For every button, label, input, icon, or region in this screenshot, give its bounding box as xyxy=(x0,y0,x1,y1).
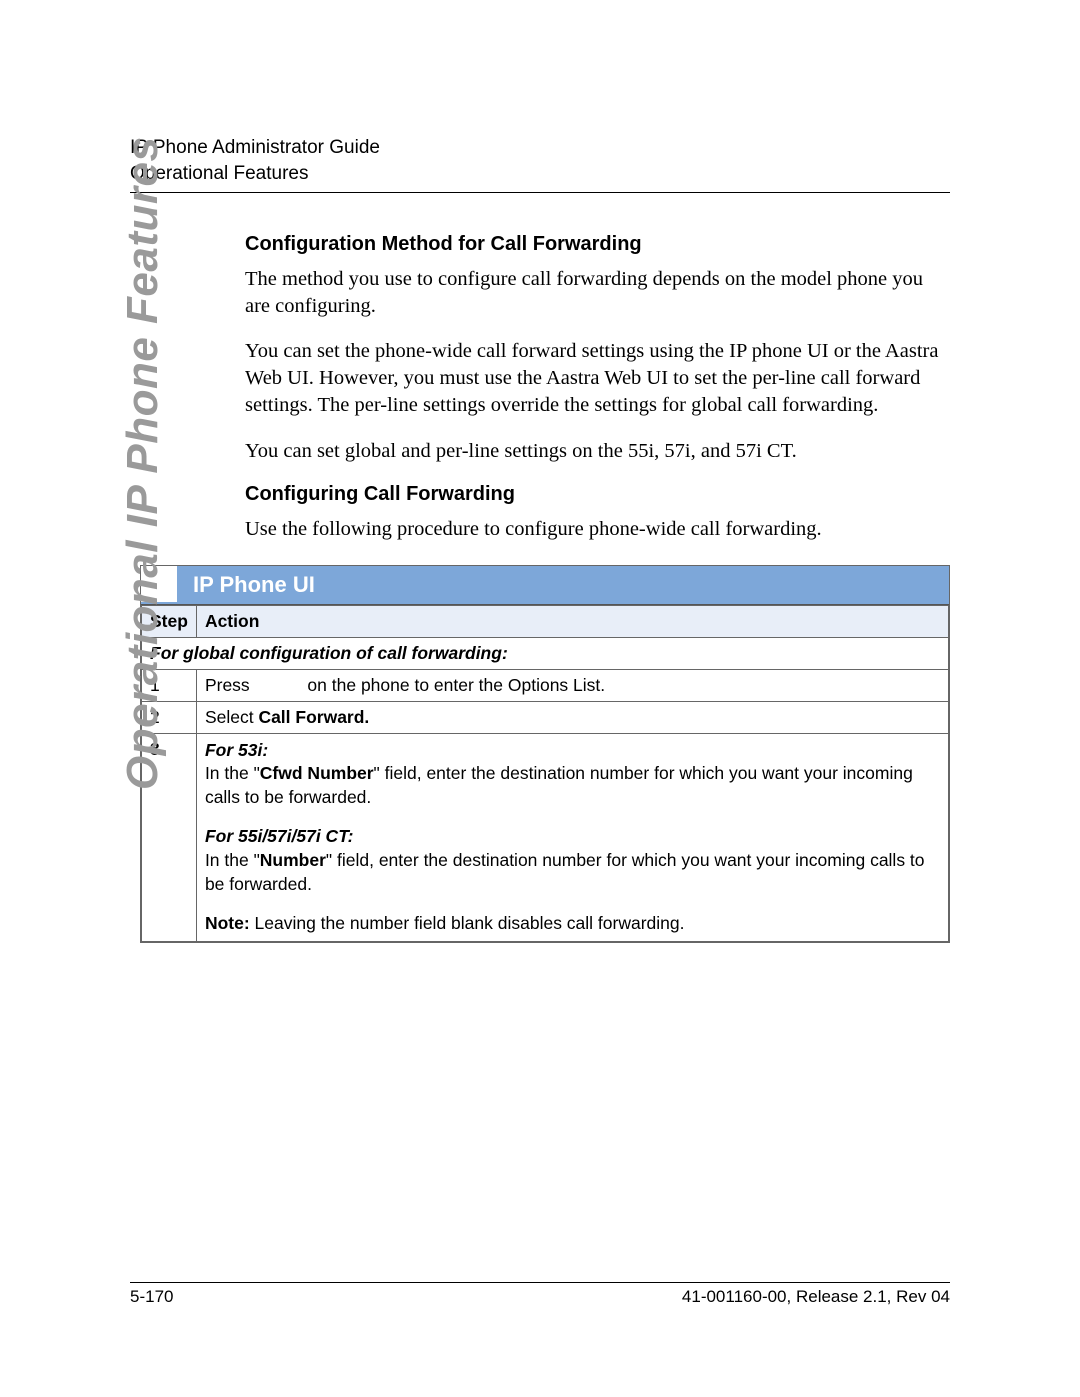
step-action: Press on the phone to enter the Options … xyxy=(196,669,948,701)
section-title-config-method: Configuration Method for Call Forwarding xyxy=(245,233,950,256)
paragraph: The method you use to configure call for… xyxy=(245,266,950,320)
footer-page-number: 5-170 xyxy=(130,1287,173,1307)
text: In the " xyxy=(205,850,260,870)
table-header-row: Step Action xyxy=(142,605,949,637)
procedure-title: IP Phone UI xyxy=(177,566,949,604)
section-title-configuring: Configuring Call Forwarding xyxy=(245,483,950,506)
text: In the " xyxy=(205,763,260,783)
text: Select xyxy=(205,707,259,727)
field-name: Number xyxy=(260,850,326,870)
document-page: IP Phone Administrator Guide Operational… xyxy=(0,0,1080,1397)
table-row: 3 For 53i: In the "Cfwd Number" field, e… xyxy=(142,733,949,941)
paragraph: You can set global and per-line settings… xyxy=(245,438,950,465)
text: on the phone to enter the Options List. xyxy=(307,675,605,695)
bold-text: Call Forward. xyxy=(258,707,369,727)
main-content: Configuration Method for Call Forwarding… xyxy=(245,233,950,542)
table-subheader-row: For global configuration of call forward… xyxy=(142,637,949,669)
field-name: Cfwd Number xyxy=(260,763,374,783)
header-line-2: Operational Features xyxy=(130,161,950,187)
step-action: For 53i: In the "Cfwd Number" field, ent… xyxy=(196,733,948,941)
note-line: Note: Leaving the number field blank dis… xyxy=(205,912,940,936)
instruction-line: In the "Number" field, enter the destina… xyxy=(205,849,940,896)
steps-table: Step Action For global configuration of … xyxy=(141,605,949,942)
instruction-line: In the "Cfwd Number" field, enter the de… xyxy=(205,762,940,809)
model-label: For 53i: xyxy=(205,739,940,763)
paragraph: You can set the phone-wide call forward … xyxy=(245,338,950,419)
procedure-box: IP Phone UI Step Action For global confi… xyxy=(140,565,950,943)
text: Press xyxy=(205,675,250,695)
model-label: For 55i/57i/57i CT: xyxy=(205,825,940,849)
note-text: Leaving the number field blank disables … xyxy=(250,913,685,933)
table-row: 2 Select Call Forward. xyxy=(142,701,949,733)
paragraph: Use the following procedure to configure… xyxy=(245,516,950,543)
procedure-header: IP Phone UI xyxy=(141,566,949,605)
subheader-cell: For global configuration of call forward… xyxy=(142,637,949,669)
page-header: IP Phone Administrator Guide Operational… xyxy=(130,135,950,193)
note-label: Note: xyxy=(205,913,250,933)
side-section-label: Operational IP Phone Features xyxy=(118,137,168,790)
table-row: 1 Press on the phone to enter the Option… xyxy=(142,669,949,701)
header-line-1: IP Phone Administrator Guide xyxy=(130,135,950,161)
footer-doc-id: 41-001160-00, Release 2.1, Rev 04 xyxy=(682,1287,950,1307)
page-footer: 5-170 41-001160-00, Release 2.1, Rev 04 xyxy=(130,1282,950,1307)
step-action: Select Call Forward. xyxy=(196,701,948,733)
col-header-action: Action xyxy=(196,605,948,637)
